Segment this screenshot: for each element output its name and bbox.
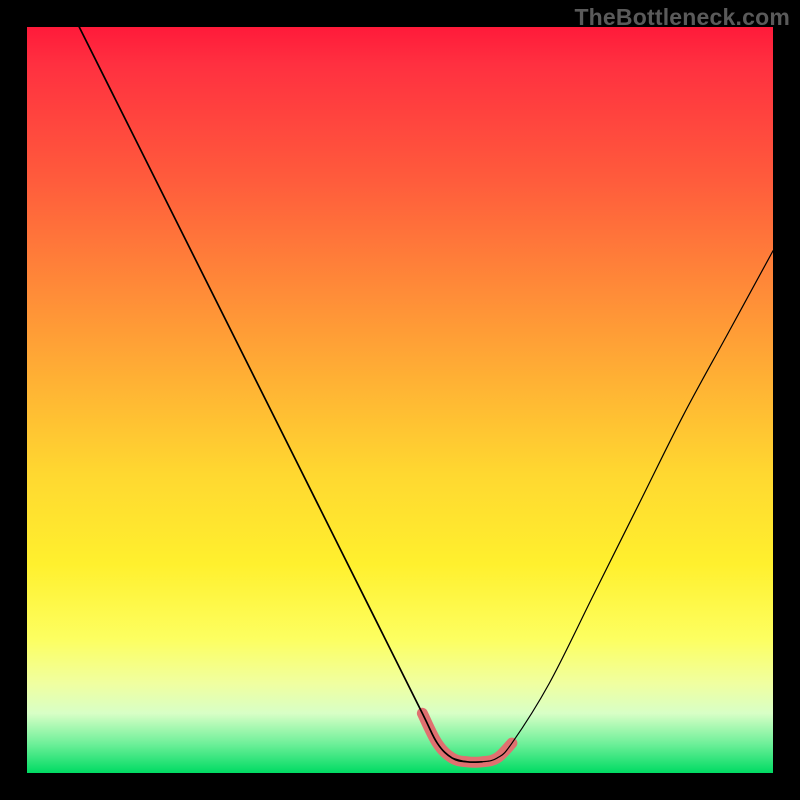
curve-svg [27,27,773,773]
chart-frame: TheBottleneck.com [0,0,800,800]
plot-area [27,27,773,773]
bottleneck-curve-right [452,251,773,763]
bottleneck-curve-left [79,27,482,762]
critical-region-path [422,713,512,762]
